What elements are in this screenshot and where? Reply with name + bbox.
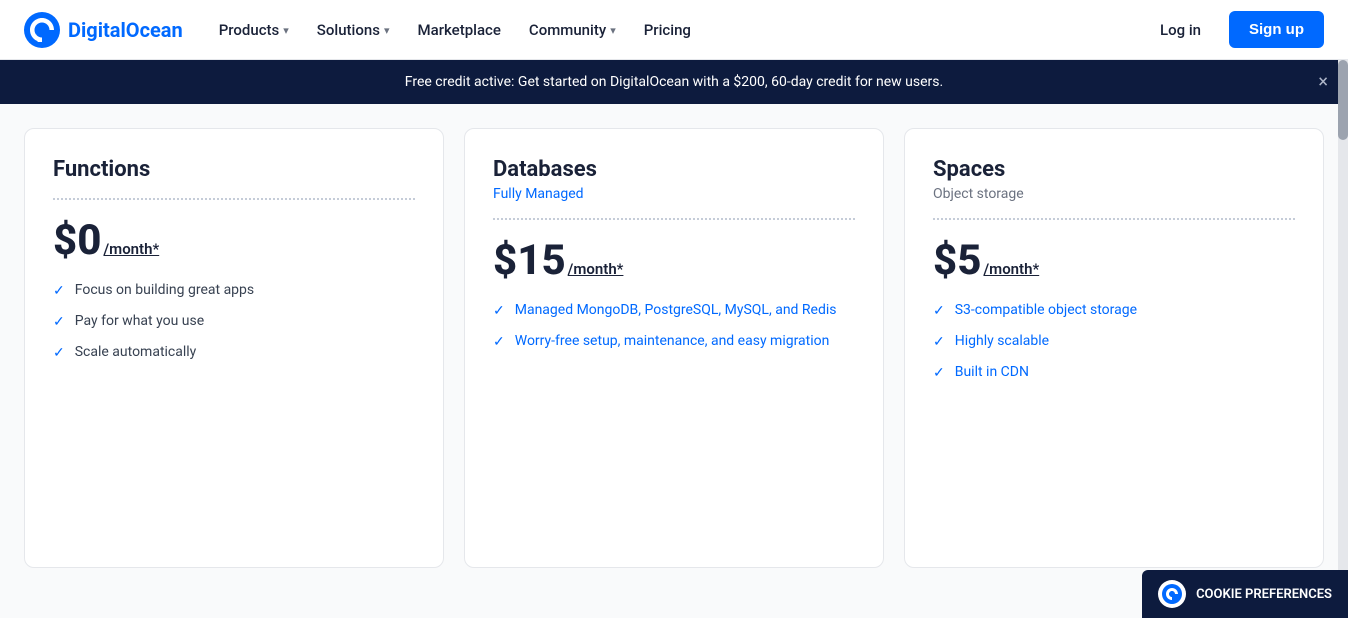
nav-actions: Log in Sign up <box>1144 11 1324 48</box>
databases-subtitle: Fully Managed <box>493 186 855 202</box>
functions-title: Functions <box>53 157 415 182</box>
functions-divider <box>53 198 415 200</box>
solutions-chevron-icon: ▾ <box>384 24 390 37</box>
check-icon: ✓ <box>493 303 505 319</box>
list-item: ✓ Managed MongoDB, PostgreSQL, MySQL, an… <box>493 302 855 319</box>
check-icon: ✓ <box>933 365 945 381</box>
check-icon: ✓ <box>53 345 65 361</box>
cookie-icon <box>1158 580 1186 608</box>
nav-solutions[interactable]: Solutions ▾ <box>305 13 402 47</box>
community-chevron-icon: ▾ <box>610 24 616 37</box>
cookie-preferences-button[interactable]: COOKIE PREFERENCES <box>1142 570 1348 618</box>
list-item: ✓ S3-compatible object storage <box>933 302 1295 319</box>
functions-price: $0 /month* <box>53 220 415 262</box>
do-logo-icon <box>24 12 60 48</box>
spaces-price: $5 /month* <box>933 240 1295 282</box>
check-icon: ✓ <box>933 303 945 319</box>
list-item: ✓ Built in CDN <box>933 364 1295 381</box>
nav-community[interactable]: Community ▾ <box>517 13 628 47</box>
databases-price-main: $15 <box>493 240 566 282</box>
login-button[interactable]: Log in <box>1144 13 1217 47</box>
list-item: ✓ Highly scalable <box>933 333 1295 350</box>
cookie-label: COOKIE PREFERENCES <box>1196 587 1332 602</box>
check-icon: ✓ <box>493 334 505 350</box>
databases-price-suffix: /month* <box>568 260 624 278</box>
scrollbar-track[interactable] <box>1338 60 1348 618</box>
nav-pricing[interactable]: Pricing <box>632 13 703 47</box>
list-item: ✓ Worry-free setup, maintenance, and eas… <box>493 333 855 350</box>
list-item: ✓ Pay for what you use <box>53 313 415 330</box>
spaces-price-main: $5 <box>933 240 981 282</box>
check-icon: ✓ <box>53 283 65 299</box>
databases-divider <box>493 218 855 220</box>
databases-title: Databases <box>493 157 855 182</box>
functions-price-main: $0 <box>53 220 101 262</box>
check-icon: ✓ <box>933 334 945 350</box>
banner-close-button[interactable]: × <box>1318 72 1328 93</box>
spaces-title: Spaces <box>933 157 1295 182</box>
nav-marketplace[interactable]: Marketplace <box>405 13 512 47</box>
promo-banner: Free credit active: Get started on Digit… <box>0 60 1348 104</box>
functions-card: Functions $0 /month* ✓ Focus on building… <box>24 128 444 568</box>
spaces-price-suffix: /month* <box>983 260 1039 278</box>
logo-link[interactable]: DigitalOcean <box>24 12 183 48</box>
functions-price-suffix: /month* <box>103 240 159 258</box>
logo-text: DigitalOcean <box>68 18 183 42</box>
check-icon: ✓ <box>53 314 65 330</box>
databases-price: $15 /month* <box>493 240 855 282</box>
list-item: ✓ Scale automatically <box>53 344 415 361</box>
nav-links: Products ▾ Solutions ▾ Marketplace Commu… <box>207 13 1144 47</box>
nav-products[interactable]: Products ▾ <box>207 13 301 47</box>
databases-card: Databases Fully Managed $15 /month* ✓ Ma… <box>464 128 884 568</box>
spaces-subtitle: Object storage <box>933 186 1295 202</box>
list-item: ✓ Focus on building great apps <box>53 282 415 299</box>
pricing-cards: Functions $0 /month* ✓ Focus on building… <box>0 104 1348 568</box>
signup-button[interactable]: Sign up <box>1229 11 1324 48</box>
spaces-card: Spaces Object storage $5 /month* ✓ S3-co… <box>904 128 1324 568</box>
functions-features: ✓ Focus on building great apps ✓ Pay for… <box>53 282 415 361</box>
navbar: DigitalOcean Products ▾ Solutions ▾ Mark… <box>0 0 1348 60</box>
spaces-divider <box>933 218 1295 220</box>
spaces-features: ✓ S3-compatible object storage ✓ Highly … <box>933 302 1295 381</box>
banner-text: Free credit active: Get started on Digit… <box>405 74 943 90</box>
databases-features: ✓ Managed MongoDB, PostgreSQL, MySQL, an… <box>493 302 855 350</box>
products-chevron-icon: ▾ <box>283 24 289 37</box>
scrollbar-thumb[interactable] <box>1338 60 1348 140</box>
